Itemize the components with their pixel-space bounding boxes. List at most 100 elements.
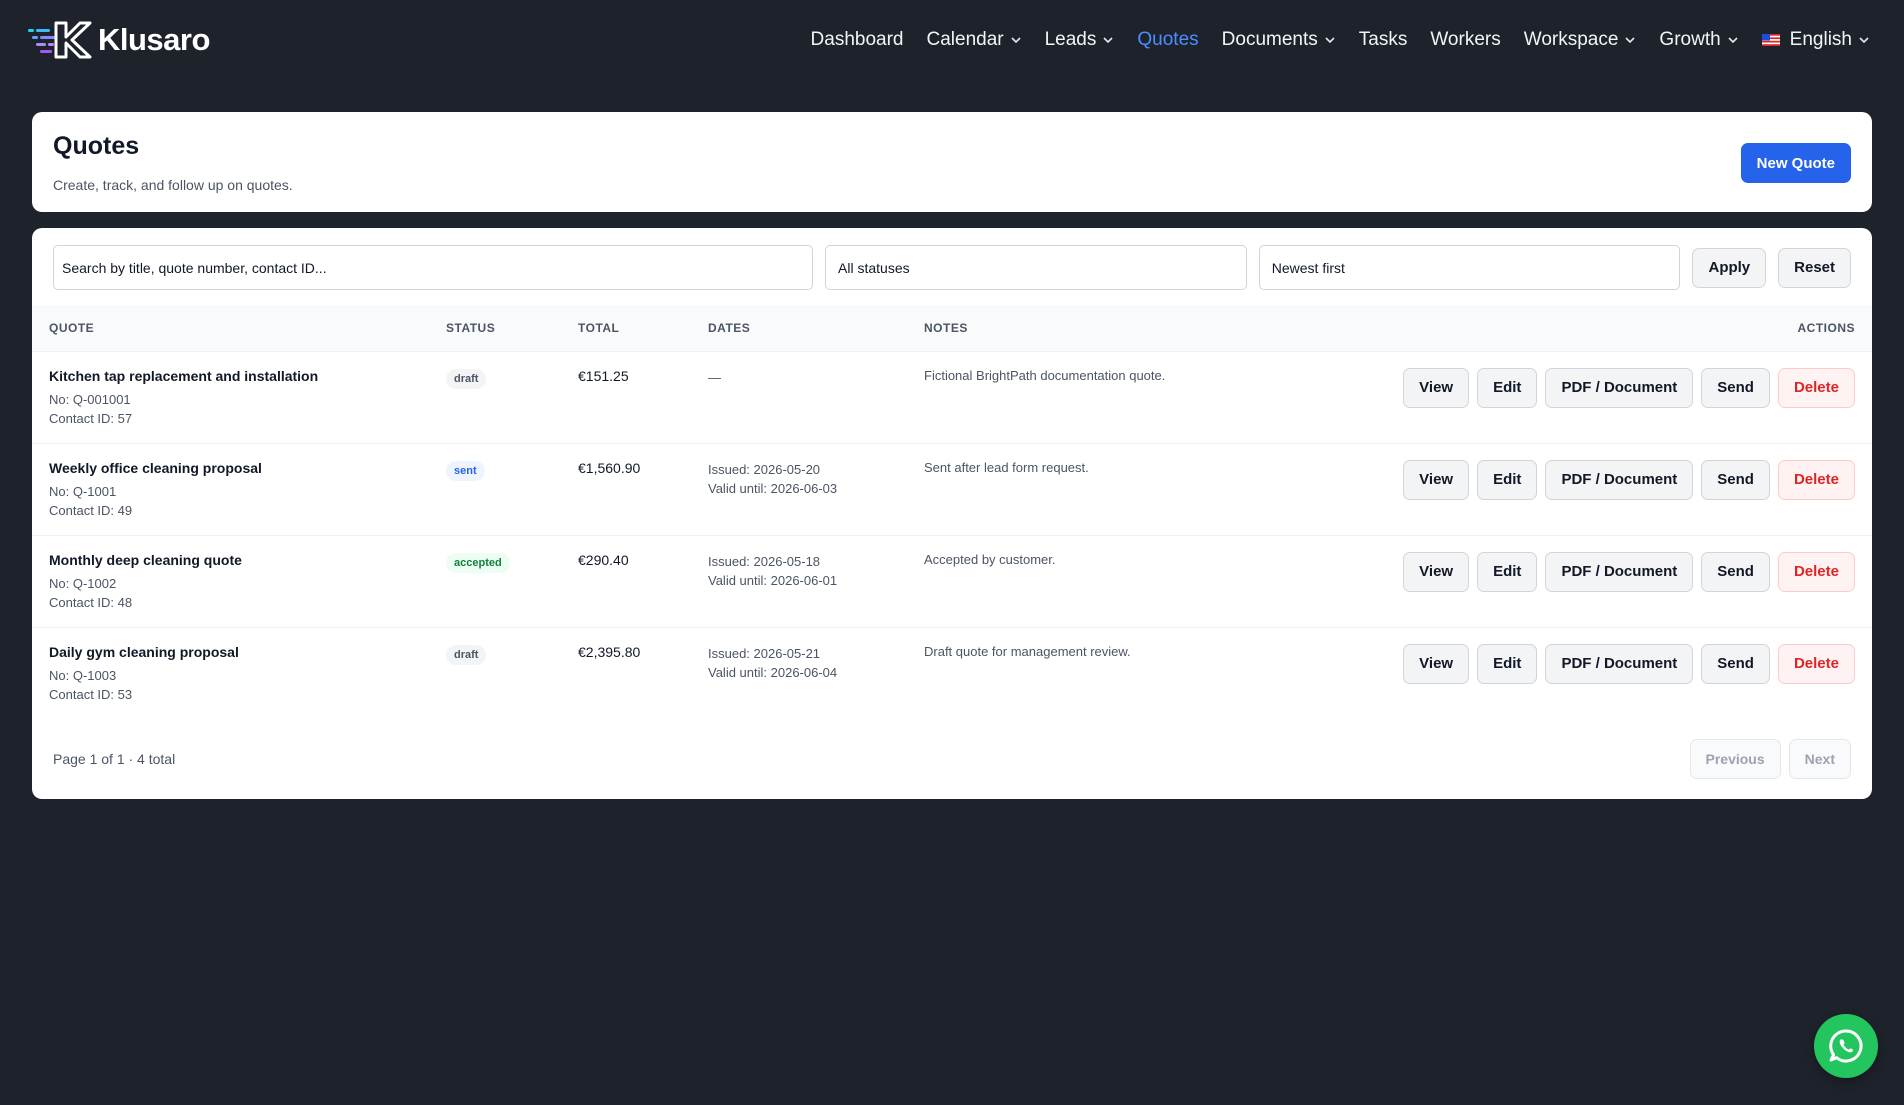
next-page-button[interactable]: Next <box>1788 738 1851 779</box>
pagination: Page 1 of 1 · 4 total Previous Next <box>32 719 1872 779</box>
filters-bar: Search by title, quote number, contact I… <box>32 228 1872 305</box>
quote-valid: Valid until: 2026-06-04 <box>708 664 838 680</box>
row-actions: View Edit PDF / Document Send Delete <box>1273 643 1855 684</box>
language-label: English <box>1789 29 1852 50</box>
quote-title: Monthly deep cleaning quote <box>49 551 242 568</box>
column-header-status: Status <box>446 320 496 335</box>
quote-total: €2,395.80 <box>578 643 641 660</box>
nav-quotes[interactable]: Quotes <box>1137 29 1198 51</box>
delete-button[interactable]: Delete <box>1777 459 1855 500</box>
quote-notes: Draft quote for management review. <box>924 643 1131 659</box>
chevron-down-icon <box>1011 37 1021 44</box>
send-button[interactable]: Send <box>1701 367 1770 408</box>
table-row: Monthly deep cleaning quote No: Q-1002 C… <box>32 535 1872 627</box>
delete-button[interactable]: Delete <box>1777 367 1855 408</box>
status-badge: accepted <box>446 552 510 573</box>
top-navbar: Klusaro Dashboard Calendar Leads Quotes … <box>0 0 1904 80</box>
quote-title: Daily gym cleaning proposal <box>49 643 239 660</box>
klusaro-logo-icon <box>28 21 92 59</box>
search-input[interactable]: Search by title, quote number, contact I… <box>53 245 814 290</box>
page-header-card: Quotes Create, track, and follow up on q… <box>32 112 1872 212</box>
quote-total: €151.25 <box>578 367 629 384</box>
delete-button[interactable]: Delete <box>1777 551 1855 592</box>
row-actions: View Edit PDF / Document Send Delete <box>1273 367 1855 408</box>
table-row: Weekly office cleaning proposal No: Q-10… <box>32 443 1872 535</box>
status-filter-value: All statuses <box>838 259 910 276</box>
quote-number: No: Q-1003 <box>49 667 117 683</box>
reset-button[interactable]: Reset <box>1778 247 1852 288</box>
view-button[interactable]: View <box>1403 643 1470 684</box>
pdf-document-button[interactable]: PDF / Document <box>1545 367 1694 408</box>
nav-label: Leads <box>1044 29 1097 50</box>
view-button[interactable]: View <box>1403 551 1470 592</box>
nav-label: Growth <box>1659 29 1721 50</box>
nav-documents[interactable]: Documents <box>1222 29 1336 51</box>
nav-workers[interactable]: Workers <box>1430 29 1500 51</box>
sort-select[interactable]: Newest first <box>1258 245 1681 290</box>
language-selector[interactable]: English <box>1761 29 1870 51</box>
nav-leads[interactable]: Leads <box>1045 29 1115 51</box>
apply-button[interactable]: Apply <box>1692 247 1767 288</box>
chevron-down-icon <box>1103 37 1113 44</box>
chevron-down-icon <box>1859 37 1869 44</box>
nav-calendar[interactable]: Calendar <box>927 29 1022 51</box>
view-button[interactable]: View <box>1403 367 1470 408</box>
nav-dashboard[interactable]: Dashboard <box>811 29 904 51</box>
whatsapp-icon <box>1829 1029 1863 1063</box>
table-row: Kitchen tap replacement and installation… <box>32 351 1872 443</box>
quote-issued: — <box>708 369 721 385</box>
nav-growth[interactable]: Growth <box>1659 29 1738 51</box>
table-header-row: Quote Status Total Dates Notes Actions <box>32 305 1872 351</box>
status-filter-select[interactable]: All statuses <box>825 245 1247 290</box>
status-badge: draft <box>446 368 487 389</box>
quote-notes: Sent after lead form request. <box>924 459 1089 475</box>
quote-title: Weekly office cleaning proposal <box>49 459 262 476</box>
quote-number: No: Q-001001 <box>49 391 131 407</box>
chevron-down-icon <box>1728 37 1738 44</box>
nav-label: Dashboard <box>810 29 904 50</box>
pagination-buttons: Previous Next <box>1689 738 1851 779</box>
column-header-dates: Dates <box>708 320 751 335</box>
nav-label: Workspace <box>1523 29 1619 50</box>
edit-button[interactable]: Edit <box>1477 643 1538 684</box>
nav-tasks[interactable]: Tasks <box>1359 29 1408 51</box>
quote-total: €290.40 <box>578 551 629 568</box>
column-header-notes: Notes <box>924 320 968 335</box>
quote-number: No: Q-1002 <box>49 575 117 591</box>
nav-workspace[interactable]: Workspace <box>1524 29 1637 51</box>
search-placeholder: Search by title, quote number, contact I… <box>62 259 327 276</box>
page-heading: Quotes Create, track, and follow up on q… <box>53 130 293 193</box>
column-header-actions: Actions <box>1797 320 1855 335</box>
quote-contact: Contact ID: 53 <box>49 686 133 702</box>
nav-label: Calendar <box>926 29 1004 50</box>
column-header-total: Total <box>578 320 620 335</box>
previous-page-button[interactable]: Previous <box>1689 738 1781 779</box>
new-quote-button[interactable]: New Quote <box>1740 143 1851 183</box>
edit-button[interactable]: Edit <box>1477 367 1538 408</box>
quote-contact: Contact ID: 48 <box>49 594 133 610</box>
view-button[interactable]: View <box>1403 459 1470 500</box>
table-row: Daily gym cleaning proposal No: Q-1003 C… <box>32 627 1872 719</box>
quote-contact: Contact ID: 49 <box>49 502 133 518</box>
pdf-document-button[interactable]: PDF / Document <box>1545 551 1694 592</box>
page-title: Quotes <box>53 132 140 160</box>
status-badge: draft <box>446 644 487 665</box>
pdf-document-button[interactable]: PDF / Document <box>1545 459 1694 500</box>
quote-notes: Accepted by customer. <box>924 551 1056 567</box>
send-button[interactable]: Send <box>1701 643 1770 684</box>
page-content: Quotes Create, track, and follow up on q… <box>0 80 1904 831</box>
nav-label: Quotes <box>1137 29 1199 50</box>
delete-button[interactable]: Delete <box>1777 643 1855 684</box>
pdf-document-button[interactable]: PDF / Document <box>1545 643 1694 684</box>
whatsapp-chat-button[interactable] <box>1814 1014 1878 1078</box>
brand-logo[interactable]: Klusaro <box>26 19 210 61</box>
quote-valid: Valid until: 2026-06-03 <box>708 480 838 496</box>
send-button[interactable]: Send <box>1701 551 1770 592</box>
edit-button[interactable]: Edit <box>1477 459 1538 500</box>
quote-title: Kitchen tap replacement and installation <box>49 367 319 384</box>
edit-button[interactable]: Edit <box>1477 551 1538 592</box>
us-flag-icon <box>1761 34 1780 46</box>
nav-label: Workers <box>1430 29 1501 50</box>
send-button[interactable]: Send <box>1701 459 1770 500</box>
quote-notes: Fictional BrightPath documentation quote… <box>924 367 1166 383</box>
